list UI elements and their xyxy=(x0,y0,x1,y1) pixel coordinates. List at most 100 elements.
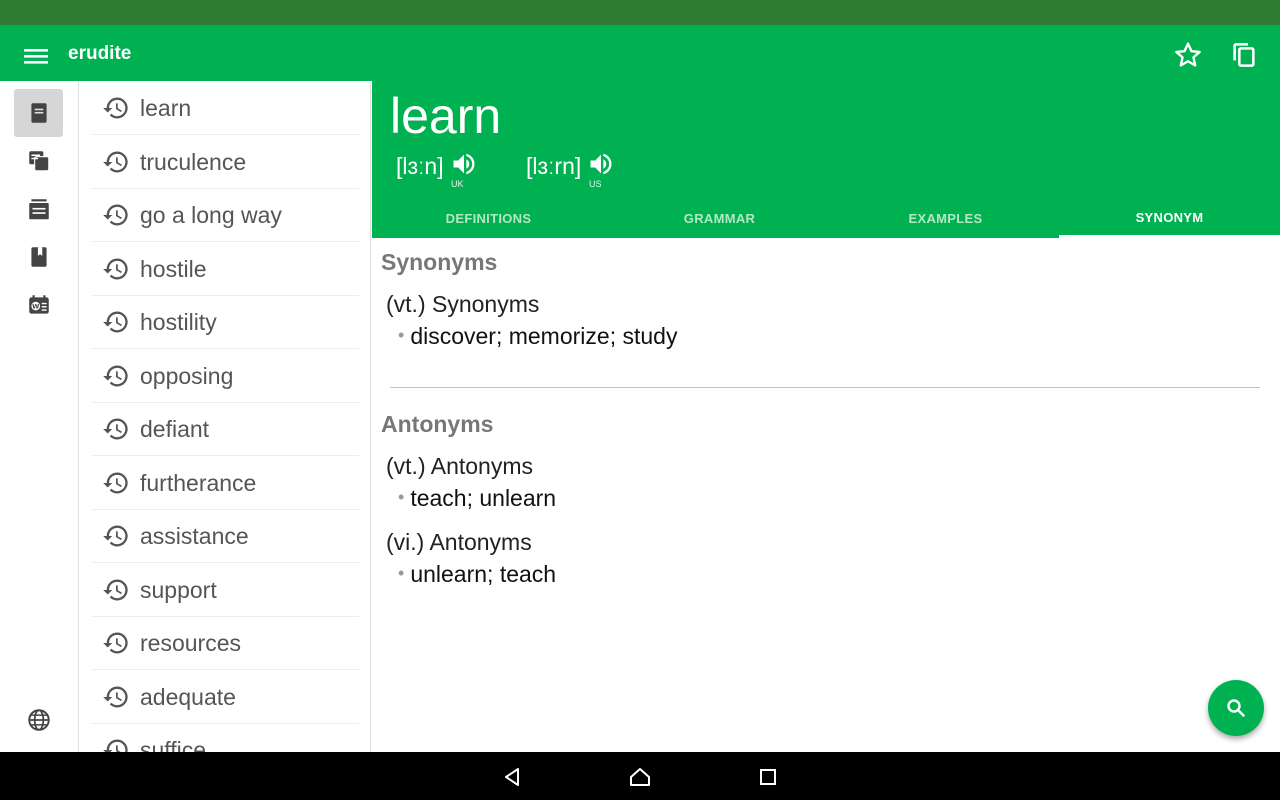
recents-icon xyxy=(760,769,776,785)
history-item[interactable]: suffice xyxy=(92,723,359,752)
part-of-speech: (vi.) xyxy=(386,529,425,555)
pronunciation-uk: [lɜːn] xyxy=(396,153,444,179)
section-divider xyxy=(390,387,1260,388)
history-item-label: hostility xyxy=(140,309,217,335)
recents-button[interactable] xyxy=(755,764,781,790)
tab-synonym[interactable]: SYNONYM xyxy=(1059,199,1280,238)
copy-button[interactable] xyxy=(1228,39,1260,71)
search-icon xyxy=(1227,699,1245,717)
history-icon xyxy=(103,311,128,333)
history-icon xyxy=(103,418,128,440)
history-icon xyxy=(103,204,128,226)
word-list: teach; unlearn xyxy=(410,485,557,511)
group-label: Antonyms xyxy=(429,529,532,555)
us-label: US xyxy=(589,179,602,189)
history-item[interactable]: defiant xyxy=(92,402,359,456)
history-icon xyxy=(103,739,128,752)
history-list: learn truculence go a long way hostile hosti… xyxy=(80,81,371,752)
synonyms-words[interactable]: • discover; memorize; study xyxy=(398,323,677,350)
group-label: Synonyms xyxy=(432,291,540,317)
history-item-label: suffice xyxy=(140,737,207,752)
menu-button[interactable] xyxy=(18,41,54,69)
history-item[interactable]: go a long way xyxy=(92,188,359,242)
word-list: discover; memorize; study xyxy=(410,323,678,349)
copy-icon xyxy=(1233,43,1255,67)
history-item-label: resources xyxy=(140,630,241,656)
rail-item-list[interactable] xyxy=(14,185,63,233)
word-header: learn [lɜːn] UK [lɜːrn] US DEFINITIONS G… xyxy=(372,81,1280,238)
antonyms-words[interactable]: • teach; unlearn xyxy=(398,485,556,512)
antonyms-pos-line: (vt.) Antonyms xyxy=(386,453,533,480)
history-item[interactable]: hostile xyxy=(92,242,359,296)
svg-text:W: W xyxy=(32,303,39,311)
history-icon xyxy=(103,472,128,493)
history-item[interactable]: assistance xyxy=(92,509,359,563)
antonyms-words[interactable]: • unlearn; teach xyxy=(398,561,556,588)
history-item-label: adequate xyxy=(140,683,236,710)
history-icon xyxy=(103,97,128,119)
history-item-label: opposing xyxy=(140,362,234,389)
rail-item-cards[interactable] xyxy=(14,137,63,185)
home-button[interactable] xyxy=(627,764,653,790)
history-item-label: truculence xyxy=(140,148,247,175)
history-item-label: hostile xyxy=(140,255,207,282)
history-item[interactable]: resources xyxy=(92,616,359,670)
search-fab-button[interactable] xyxy=(1208,680,1264,736)
synonyms-title: Synonyms xyxy=(381,249,498,275)
history-item-label: go a long way xyxy=(140,202,282,228)
speaker-icon xyxy=(590,153,612,175)
uk-label: UK xyxy=(451,179,464,189)
rail-item-book[interactable] xyxy=(14,233,63,281)
synonym-content: Synonyms (vt.) Synonyms • discover; memor… xyxy=(372,238,1280,752)
antonyms-pos-line: (vi.) Antonyms xyxy=(386,529,532,556)
rail-item-word-of-day[interactable]: W xyxy=(14,281,63,329)
history-item[interactable]: furtherance xyxy=(92,456,359,510)
history-icon xyxy=(103,686,128,707)
speaker-icon xyxy=(453,153,475,175)
history-item[interactable]: adequate xyxy=(92,670,359,724)
tab-grammar[interactable]: GRAMMAR xyxy=(606,199,833,238)
system-nav-bar xyxy=(0,752,1280,800)
history-icon xyxy=(103,525,128,547)
headword: learn xyxy=(390,88,502,144)
app-title: erudite xyxy=(68,43,132,64)
history-icon xyxy=(103,258,128,279)
history-item[interactable]: learn xyxy=(92,81,359,135)
back-icon xyxy=(505,768,519,786)
globe-icon xyxy=(27,709,50,731)
history-item-label: support xyxy=(140,576,217,603)
menu-icon xyxy=(24,49,48,64)
history-icon xyxy=(103,365,128,386)
history-icon xyxy=(103,632,128,654)
rail-item-dictionary[interactable] xyxy=(14,89,63,137)
history-item[interactable]: hostility xyxy=(92,295,359,349)
favorite-button[interactable] xyxy=(1172,39,1204,71)
history-item[interactable]: opposing xyxy=(92,349,359,403)
tab-bar: DEFINITIONS GRAMMAR EXAMPLES SYNONYM xyxy=(372,199,1280,238)
tab-examples[interactable]: EXAMPLES xyxy=(832,199,1059,238)
history-item-label: furtherance xyxy=(140,469,257,496)
history-item-label: learn xyxy=(140,95,192,121)
home-icon xyxy=(630,768,650,786)
status-bar xyxy=(0,0,1280,25)
word-list: unlearn; teach xyxy=(410,561,557,587)
play-uk-button[interactable] xyxy=(449,150,479,178)
app-bar: erudite xyxy=(0,25,1280,81)
history-icon xyxy=(103,579,128,600)
tab-definitions[interactable]: DEFINITIONS xyxy=(375,199,602,238)
play-us-button[interactable] xyxy=(586,150,616,178)
history-item-label: assistance xyxy=(140,523,249,549)
list-icon xyxy=(28,199,49,220)
history-item[interactable]: truculence xyxy=(92,135,359,189)
pronunciation-us: [lɜːrn] xyxy=(526,153,582,179)
group-label: Antonyms xyxy=(430,453,533,479)
antonyms-title: Antonyms xyxy=(381,411,494,437)
back-button[interactable] xyxy=(499,764,525,790)
star-icon xyxy=(1175,42,1201,67)
document-icon xyxy=(30,103,47,123)
rail-item-language[interactable] xyxy=(14,696,63,744)
history-item-label: defiant xyxy=(140,416,210,442)
cards-icon xyxy=(28,151,49,172)
history-item[interactable]: support xyxy=(92,563,359,617)
part-of-speech: (vt.) xyxy=(386,291,426,317)
